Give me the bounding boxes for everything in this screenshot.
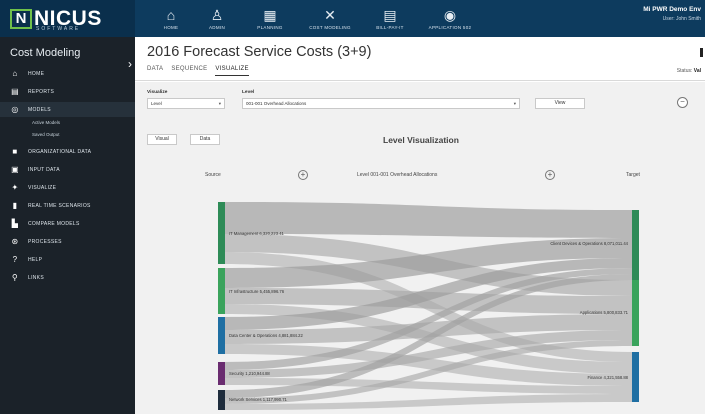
nav-admin[interactable]: ♙ ADMIN [194, 0, 240, 37]
help-icon: ? [12, 255, 18, 264]
user-name: User: John Smith [662, 16, 701, 22]
admin-icon: ♙ [210, 7, 224, 23]
sidebar-item-reports[interactable]: ▤ REPORTS [0, 84, 135, 99]
status-indicator: Status: Val [677, 68, 701, 74]
cost-modeling-icon: ✕ [324, 7, 336, 23]
sidebar-item-input-data[interactable]: ▣ INPUT DATA [0, 162, 135, 177]
scenarios-icon: ▮ [12, 201, 18, 210]
source-node-it-management[interactable] [218, 202, 225, 264]
sidebar-item-organizational-data[interactable]: ■ ORGANIZATIONAL DATA [0, 144, 135, 159]
reports-icon: ▤ [11, 87, 19, 96]
sidebar-title: Cost Modeling [10, 47, 81, 59]
links-icon: ⚲ [11, 273, 19, 282]
logo-mark: N [10, 8, 32, 29]
nav-home[interactable]: ⌂ HOME [148, 0, 194, 37]
sidebar-item-label: REAL TIME SCENARIOS [28, 202, 91, 209]
input-data-icon: ▣ [11, 165, 19, 174]
sidebar-item-label: VISUALIZE [28, 184, 57, 191]
logo-subtitle: SOFTWARE [36, 26, 81, 32]
target-label: Applications 5,800,833.71 [580, 310, 629, 315]
nav-bill-pay-it-label: BILL-PAY-IT [376, 25, 404, 30]
sidebar-item-label: COMPARE MODELS [28, 220, 80, 227]
models-icon: ◎ [11, 105, 19, 114]
source-label: IT Management 6,320,223.41 [229, 231, 285, 236]
home-icon: ⌂ [12, 69, 18, 78]
nav-planning[interactable]: ▦ PLANNING [240, 0, 300, 37]
sidebar-item-links[interactable]: ⚲ LINKS [0, 270, 135, 285]
page-header: 2016 Forecast Service Costs (3+9) DATA S… [135, 37, 705, 81]
tab-data[interactable]: DATA [147, 66, 163, 76]
source-node-security[interactable] [218, 362, 225, 385]
main-content: 2016 Forecast Service Costs (3+9) DATA S… [135, 37, 705, 414]
nav-application[interactable]: ◉ APPLICATION 502 [420, 0, 480, 37]
target-label: Finance 4,321,558.88 [587, 375, 628, 380]
globe-icon: ◉ [443, 7, 457, 23]
sankey-diagram: IT Management 6,320,223.41 IT Infrastruc… [218, 202, 639, 410]
sidebar-item-label: PROCESSES [28, 238, 62, 245]
sankey-link[interactable] [224, 202, 632, 238]
sidebar-item-label: HELP [28, 256, 43, 263]
sidebar-item-label: HOME [28, 70, 45, 77]
source-label: Security 1,210,944.88 [229, 371, 270, 376]
user-menu[interactable]: Mi PWR Demo Env User: John Smith [643, 6, 701, 22]
sidebar: Cost Modeling › ⌂ HOME ▤ REPORTS ◎ MODEL… [0, 37, 135, 414]
nav-admin-label: ADMIN [209, 25, 225, 30]
sidebar-item-visualize[interactable]: ✦ VISUALIZE [0, 180, 135, 195]
sidebar-item-real-time-scenarios[interactable]: ▮ REAL TIME SCENARIOS [0, 198, 135, 213]
nav-home-label: HOME [163, 25, 179, 30]
page-title: 2016 Forecast Service Costs (3+9) [147, 44, 372, 60]
sidebar-item-compare-models[interactable]: ▙ COMPARE MODELS [0, 216, 135, 231]
top-nav: ⌂ HOME ♙ ADMIN ▦ PLANNING ✕ COST MODELIN… [148, 0, 480, 37]
sankey-target-nodes [632, 210, 639, 402]
sidebar-subitem-saved-output[interactable]: Saved Output [0, 129, 135, 141]
page-tabs: DATA SEQUENCE VISUALIZE [147, 66, 257, 76]
sidebar-item-label: LINKS [28, 274, 44, 281]
planning-icon: ▦ [263, 7, 277, 23]
sidebar-item-help[interactable]: ? HELP [0, 252, 135, 267]
source-node-network-services[interactable] [218, 390, 225, 410]
tab-sequence[interactable]: SEQUENCE [171, 66, 207, 76]
tab-visualize[interactable]: VISUALIZE [215, 66, 249, 76]
app-logo[interactable]: N NICUS SOFTWARE [0, 0, 135, 37]
nav-cost-modeling-label: COST MODELING [309, 25, 351, 30]
source-label: Data Center & Operations 4,881,884.22 [229, 333, 303, 338]
sidebar-subitem-active-models[interactable]: Active Models [0, 117, 135, 129]
status-label: Status: [676, 68, 693, 74]
source-label: IT Infrastructure 5,455,896.76 [229, 289, 285, 294]
source-node-it-infrastructure[interactable] [218, 268, 225, 314]
top-bar: N NICUS SOFTWARE ⌂ HOME ♙ ADMIN ▦ PLANNI… [0, 0, 705, 37]
target-label: Client Devices & Operations 8,071,011.44 [550, 241, 628, 246]
sidebar-item-models[interactable]: ◎ MODELS [0, 102, 135, 117]
sankey-links [224, 202, 632, 410]
sidebar-item-home[interactable]: ⌂ HOME [0, 66, 135, 81]
target-node-client-devices[interactable] [632, 210, 639, 280]
sidebar-item-label: REPORTS [28, 88, 55, 95]
visualization-panel: Visualize Level ▾ Level 001-001 Overhead… [135, 82, 705, 414]
nav-planning-label: PLANNING [257, 25, 283, 30]
nav-bill-pay-it[interactable]: ▤ BILL-PAY-IT [360, 0, 420, 37]
sankey-source-nodes [218, 202, 225, 410]
info-icon[interactable] [700, 48, 703, 57]
source-label: Network Services 1,117,990.71 [229, 397, 288, 402]
user-org: Mi PWR Demo Env [643, 6, 701, 13]
collapse-chevron-icon[interactable]: › [128, 57, 132, 71]
source-node-data-center[interactable] [218, 317, 225, 354]
target-node-applications[interactable] [632, 280, 639, 346]
bill-icon: ▤ [383, 7, 397, 23]
sidebar-item-processes[interactable]: ⊛ PROCESSES [0, 234, 135, 249]
org-data-icon: ■ [12, 147, 18, 156]
sidebar-item-label: INPUT DATA [28, 166, 60, 173]
home-icon: ⌂ [166, 7, 176, 23]
nav-application-label: APPLICATION 502 [428, 25, 472, 30]
target-node-finance[interactable] [632, 352, 639, 402]
compare-icon: ▙ [11, 219, 19, 228]
sidebar-item-label: MODELS [28, 106, 51, 113]
sidebar-item-label: ORGANIZATIONAL DATA [28, 148, 92, 155]
visualize-icon: ✦ [11, 183, 19, 192]
status-value: Val [693, 68, 701, 74]
processes-icon: ⊛ [11, 237, 19, 246]
nav-cost-modeling[interactable]: ✕ COST MODELING [300, 0, 360, 37]
